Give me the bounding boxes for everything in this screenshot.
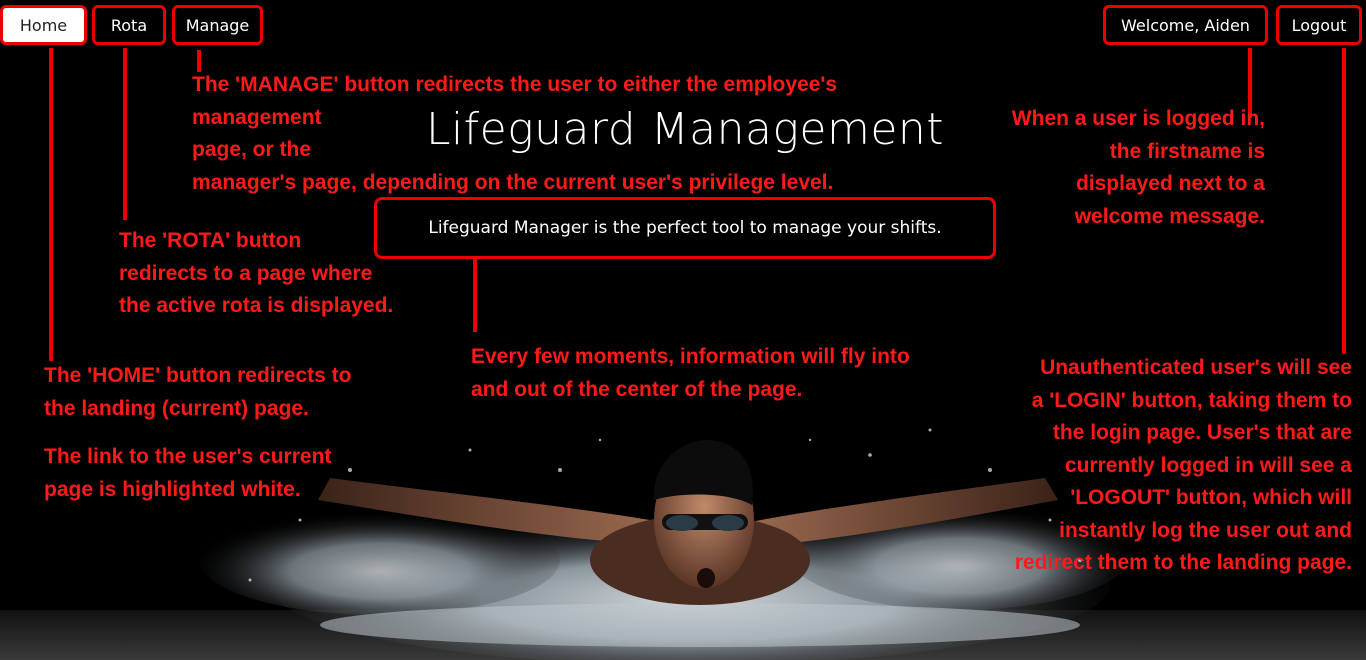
rota-annotation: The 'ROTA' button redirects to a page wh…: [119, 225, 393, 323]
annotation-line: and out of the center of the page.: [471, 377, 803, 401]
logout-button[interactable]: Logout: [1276, 5, 1362, 45]
logout-connector-line: [1342, 48, 1346, 354]
annotation-line: welcome message.: [1074, 204, 1265, 228]
annotation-line: displayed next to a: [1075, 172, 1265, 195]
highlight-annotation: The link to the user's current page is h…: [44, 441, 331, 506]
info-annotation: Every few moments, information will fly …: [471, 341, 910, 406]
home-button[interactable]: Home: [0, 5, 87, 45]
info-connector-line: [473, 258, 477, 332]
annotation-line: The 'ROTA' button: [119, 229, 302, 252]
annotation-line: a 'LOGIN' button, taking them to: [1031, 388, 1352, 412]
annotation-line: The link to the user's current: [44, 445, 332, 468]
welcome-annotation: When a user is logged in, the firstname …: [1012, 103, 1265, 233]
annotation-line: instantly log the user out and: [1059, 518, 1352, 542]
landing-page: Home Rota Manage Welcome, Aiden Logout L…: [0, 0, 1366, 660]
annotation-line: The 'HOME' button redirects to: [44, 364, 352, 387]
annotation-line: Every few moments, information will fly …: [471, 345, 910, 368]
home-connector-line: [49, 48, 53, 361]
annotation-line: redirect them to the landing page.: [1014, 551, 1352, 574]
annotation-line: manager's page, depending on the current…: [192, 170, 834, 194]
rota-connector-line: [123, 48, 127, 220]
info-message: Lifeguard Manager is the perfect tool to…: [374, 197, 996, 259]
annotation-line: Unauthenticated user's will see: [1040, 356, 1352, 379]
annotation-line: page, or the: [192, 138, 312, 161]
annotation-line: redirects to a page where: [119, 261, 373, 285]
manage-button[interactable]: Manage: [172, 5, 263, 45]
annotation-line: management: [192, 105, 322, 129]
annotation-line: When a user is logged in,: [1011, 107, 1265, 130]
annotation-line: the firstname is: [1109, 139, 1265, 163]
rota-button[interactable]: Rota: [92, 5, 166, 45]
manage-annotation: The 'MANAGE' button redirects the user t…: [192, 69, 837, 199]
annotation-line: The 'MANAGE' button redirects the user t…: [192, 73, 838, 96]
annotation-line: the landing (current) page.: [44, 396, 309, 420]
annotation-line: the login page. User's that are: [1052, 421, 1352, 444]
annotation-line: 'LOGOUT' button, which will: [1070, 486, 1352, 509]
annotation-line: page is highlighted white.: [44, 477, 301, 501]
home-annotation: The 'HOME' button redirects to the landi…: [44, 360, 352, 425]
logout-annotation: Unauthenticated user's will see a 'LOGIN…: [1015, 352, 1352, 580]
welcome-message: Welcome, Aiden: [1103, 5, 1268, 45]
annotation-line: currently logged in will see a: [1064, 453, 1352, 477]
annotation-line: the active rota is displayed.: [119, 294, 394, 317]
